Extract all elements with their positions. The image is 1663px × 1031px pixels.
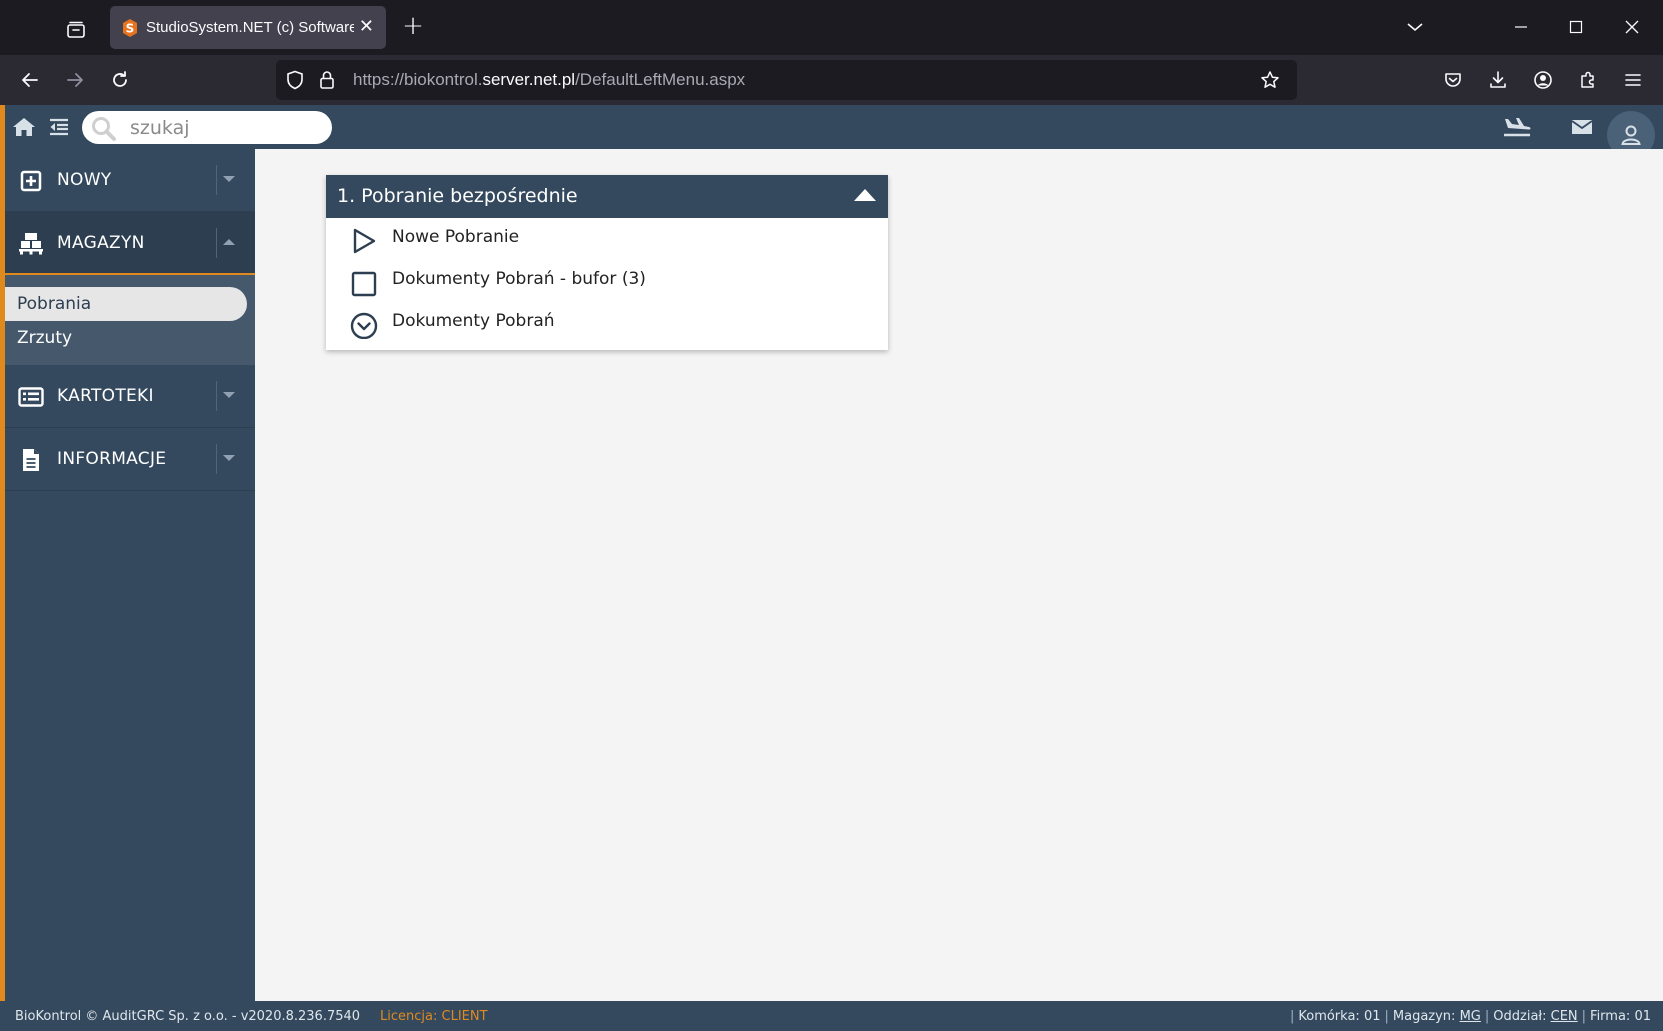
search-icon bbox=[92, 117, 116, 141]
forward-arrow-icon[interactable] bbox=[59, 64, 91, 96]
firma-label: Firma: bbox=[1590, 1009, 1631, 1024]
window-maximize-icon[interactable] bbox=[1563, 14, 1589, 40]
collapse-triangle-icon[interactable] bbox=[854, 188, 876, 202]
panel-item-nowe-pobranie[interactable]: Nowe Pobranie bbox=[326, 218, 888, 260]
plus-square-icon bbox=[18, 169, 44, 193]
studiosystem-favicon-icon: S bbox=[123, 18, 137, 37]
divider bbox=[216, 381, 217, 411]
window-close-icon[interactable] bbox=[1619, 14, 1645, 40]
shield-icon[interactable] bbox=[283, 68, 307, 92]
separator: | bbox=[1484, 1009, 1490, 1024]
back-arrow-icon[interactable] bbox=[14, 64, 46, 96]
sidebar-section-magazyn[interactable]: MAGAZYN bbox=[5, 212, 255, 275]
panel-item-label: Nowe Pobranie bbox=[392, 227, 520, 247]
url-prefix: https://biokontrol. bbox=[353, 70, 483, 89]
license-info: Licencja: CLIENT bbox=[380, 1009, 488, 1024]
extensions-puzzle-icon[interactable] bbox=[1572, 64, 1604, 96]
address-bar[interactable]: https://biokontrol.server.net.pl/Default… bbox=[276, 60, 1297, 100]
oddzial-label: Oddział: bbox=[1493, 1009, 1547, 1024]
window-minimize-icon[interactable] bbox=[1508, 14, 1534, 40]
home-icon[interactable] bbox=[10, 113, 38, 141]
new-tab-button[interactable]: + bbox=[398, 12, 428, 42]
play-outline-icon bbox=[353, 228, 376, 254]
app-top-bar bbox=[0, 105, 1663, 159]
tab-overflow-chevron-icon[interactable] bbox=[1402, 14, 1428, 40]
divider bbox=[216, 165, 217, 195]
license-value: CLIENT bbox=[441, 1009, 488, 1024]
browser-tab-bar: S StudioSystem.NET (c) SoftwareS ✕ + bbox=[0, 0, 1663, 55]
sidebar-label-magazyn: MAGAZYN bbox=[57, 233, 145, 253]
app-root: NOWY MAGAZYN Pobrania Zrzuty KARTOTEKI bbox=[0, 105, 1663, 1031]
sidebar-item-zrzuty[interactable]: Zrzuty bbox=[5, 321, 247, 355]
svg-text:S: S bbox=[126, 21, 135, 35]
caret-up-icon[interactable] bbox=[223, 238, 235, 246]
license-label: Licencja: bbox=[380, 1009, 438, 1024]
caret-down-icon[interactable] bbox=[223, 454, 235, 462]
pobranie-panel: 1. Pobranie bezpośrednie Nowe Pobranie D… bbox=[326, 175, 888, 350]
panel-item-dokumenty-bufor[interactable]: Dokumenty Pobrań - bufor (3) bbox=[326, 260, 888, 302]
caret-down-icon[interactable] bbox=[223, 391, 235, 399]
downloads-icon[interactable] bbox=[1482, 64, 1514, 96]
sidebar-label-kartoteki: KARTOTEKI bbox=[57, 386, 154, 406]
mail-icon[interactable] bbox=[1568, 113, 1596, 141]
square-outline-icon bbox=[351, 271, 377, 297]
search-box[interactable] bbox=[82, 111, 332, 144]
lock-icon[interactable] bbox=[315, 68, 339, 92]
search-input[interactable] bbox=[130, 115, 320, 140]
divider bbox=[216, 444, 217, 474]
status-bar: BioKontrol © AuditGRC Sp. z o.o. - v2020… bbox=[0, 1001, 1663, 1031]
document-icon bbox=[18, 448, 44, 472]
separator: | bbox=[1581, 1009, 1587, 1024]
panel-item-dokumenty-pobran[interactable]: Dokumenty Pobrań bbox=[326, 302, 888, 344]
sidebar-item-pobrania[interactable]: Pobrania bbox=[5, 287, 247, 321]
sidebar-label-informacje: INFORMACJE bbox=[57, 449, 167, 469]
firma-value: 01 bbox=[1634, 1009, 1651, 1024]
caret-down-icon[interactable] bbox=[223, 175, 235, 183]
copyright-version: BioKontrol © AuditGRC Sp. z o.o. - v2020… bbox=[15, 1009, 361, 1024]
reload-icon[interactable] bbox=[104, 64, 136, 96]
sidebar-section-nowy[interactable]: NOWY bbox=[5, 149, 255, 212]
plane-landing-icon[interactable] bbox=[1500, 113, 1534, 141]
list-card-icon bbox=[18, 385, 44, 409]
accent-edge bbox=[0, 105, 5, 1001]
account-icon[interactable] bbox=[1527, 64, 1559, 96]
url-path: /DefaultLeftMenu.aspx bbox=[575, 70, 746, 89]
sidebar-section-informacje[interactable]: INFORMACJE bbox=[5, 428, 255, 491]
bookmark-star-icon[interactable] bbox=[1258, 68, 1282, 92]
panel-title: 1. Pobranie bezpośrednie bbox=[337, 185, 578, 207]
panel-item-label: Dokumenty Pobrań - bufor (3) bbox=[392, 269, 646, 289]
panel-header[interactable]: 1. Pobranie bezpośrednie bbox=[326, 175, 888, 218]
separator: | bbox=[1384, 1009, 1389, 1024]
url-text[interactable]: https://biokontrol.server.net.pl/Default… bbox=[353, 70, 745, 90]
browser-nav-bar: https://biokontrol.server.net.pl/Default… bbox=[0, 55, 1663, 105]
main-content: 1. Pobranie bezpośrednie Nowe Pobranie D… bbox=[255, 149, 1663, 1001]
context-info: | Komórka: 01 | Magazyn: MG | Oddział: CEN | Fi… bbox=[1286, 1009, 1651, 1024]
browser-tab-active[interactable]: S StudioSystem.NET (c) SoftwareS ✕ bbox=[110, 6, 386, 49]
chevron-circle-down-icon bbox=[350, 312, 378, 339]
sidebar: NOWY MAGAZYN Pobrania Zrzuty KARTOTEKI I… bbox=[5, 149, 255, 1001]
divider bbox=[216, 228, 217, 258]
pocket-icon[interactable] bbox=[1437, 64, 1469, 96]
hamburger-menu-icon[interactable] bbox=[1617, 64, 1649, 96]
tab-list-icon[interactable] bbox=[60, 14, 92, 46]
url-host: server.net.pl bbox=[482, 70, 576, 89]
magazyn-link[interactable]: MG bbox=[1460, 1009, 1481, 1024]
magazyn-label: Magazyn: bbox=[1392, 1009, 1456, 1024]
collapse-menu-icon[interactable] bbox=[45, 113, 73, 141]
sidebar-label-nowy: NOWY bbox=[57, 170, 112, 190]
tab-title: StudioSystem.NET (c) SoftwareS bbox=[146, 19, 354, 36]
komorka-value: 01 bbox=[1363, 1009, 1381, 1024]
magazyn-submenu: Pobrania Zrzuty bbox=[5, 275, 255, 365]
separator: | bbox=[1289, 1009, 1295, 1024]
oddzial-link[interactable]: CEN bbox=[1551, 1009, 1578, 1024]
tab-close-icon[interactable]: ✕ bbox=[359, 17, 374, 37]
warehouse-pallet-icon bbox=[18, 232, 44, 256]
panel-item-label: Dokumenty Pobrań bbox=[392, 311, 555, 331]
komorka-label: Komórka: bbox=[1298, 1009, 1360, 1024]
sidebar-section-kartoteki[interactable]: KARTOTEKI bbox=[5, 365, 255, 428]
